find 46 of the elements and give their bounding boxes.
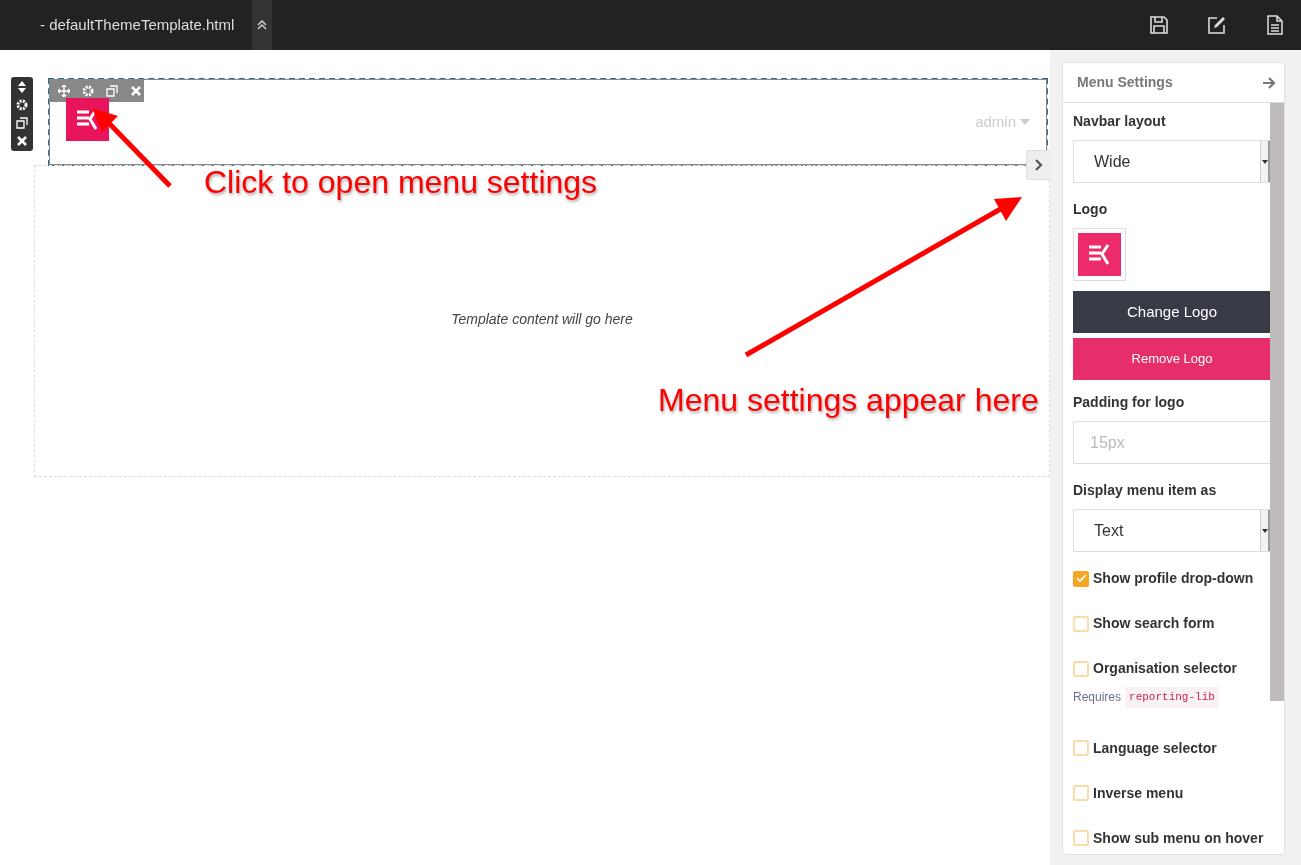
option-label: Inverse menu <box>1093 783 1184 803</box>
gear-icon[interactable] <box>16 99 28 111</box>
annotation-text: Click to open menu settings <box>204 163 598 202</box>
dropdown-field[interactable]: Text <box>1073 509 1271 552</box>
dropdown-field[interactable]: Wide <box>1073 140 1271 183</box>
option-label: Show sub menu on hover <box>1093 828 1264 848</box>
annotation-text: Menu settings appear here <box>658 381 1039 420</box>
field-label: Display menu item as <box>1073 481 1218 500</box>
file-title: - defaultThemeTemplate.html <box>39 14 236 35</box>
settings-icon[interactable] <box>82 85 94 97</box>
logo-button[interactable]: Change Logo <box>1073 291 1271 333</box>
checkbox[interactable] <box>1073 785 1089 801</box>
caret-icon <box>1261 528 1268 533</box>
field-label: Padding for logo <box>1073 393 1186 412</box>
arrow-right-icon[interactable] <box>1263 76 1276 89</box>
logo-button[interactable]: Remove Logo <box>1073 338 1271 380</box>
sort-icon[interactable] <box>16 81 28 93</box>
option-label: Language selector <box>1093 738 1217 758</box>
checkbox[interactable] <box>1073 660 1089 677</box>
copy-icon[interactable] <box>16 117 28 129</box>
edit-icon[interactable] <box>1207 15 1227 35</box>
caret-icon <box>1020 119 1030 125</box>
checkbox[interactable] <box>1073 615 1089 632</box>
panel-toggle[interactable] <box>1026 150 1050 180</box>
option-label: Show search form <box>1093 614 1215 633</box>
collapse-toggle[interactable] <box>252 0 273 50</box>
option-label: Show profile drop-down <box>1093 569 1254 588</box>
checkbox[interactable] <box>1073 570 1089 587</box>
close-icon[interactable] <box>16 135 28 147</box>
caret-icon <box>1261 159 1268 164</box>
move-icon[interactable] <box>58 85 70 97</box>
field-label: Navbar layout <box>1073 112 1167 131</box>
field-label: Logo <box>1073 200 1109 219</box>
checkbox[interactable] <box>1073 740 1089 756</box>
placeholder-text: Template content will go here <box>451 310 633 327</box>
chevron-right-icon <box>1034 159 1043 171</box>
code-tag: reporting-lib <box>1125 687 1219 708</box>
double-chevron-up-icon <box>257 20 268 30</box>
checkbox[interactable] <box>1073 830 1089 846</box>
save-icon[interactable] <box>1149 15 1169 35</box>
scrollbar[interactable] <box>1270 103 1284 701</box>
panel-title: Menu Settings <box>1077 73 1173 92</box>
option-label: Organisation selector <box>1093 659 1237 678</box>
requires-note: Requires <box>1073 689 1122 707</box>
document-icon[interactable] <box>1265 15 1285 35</box>
padding-field[interactable]: 15px <box>1073 421 1271 464</box>
